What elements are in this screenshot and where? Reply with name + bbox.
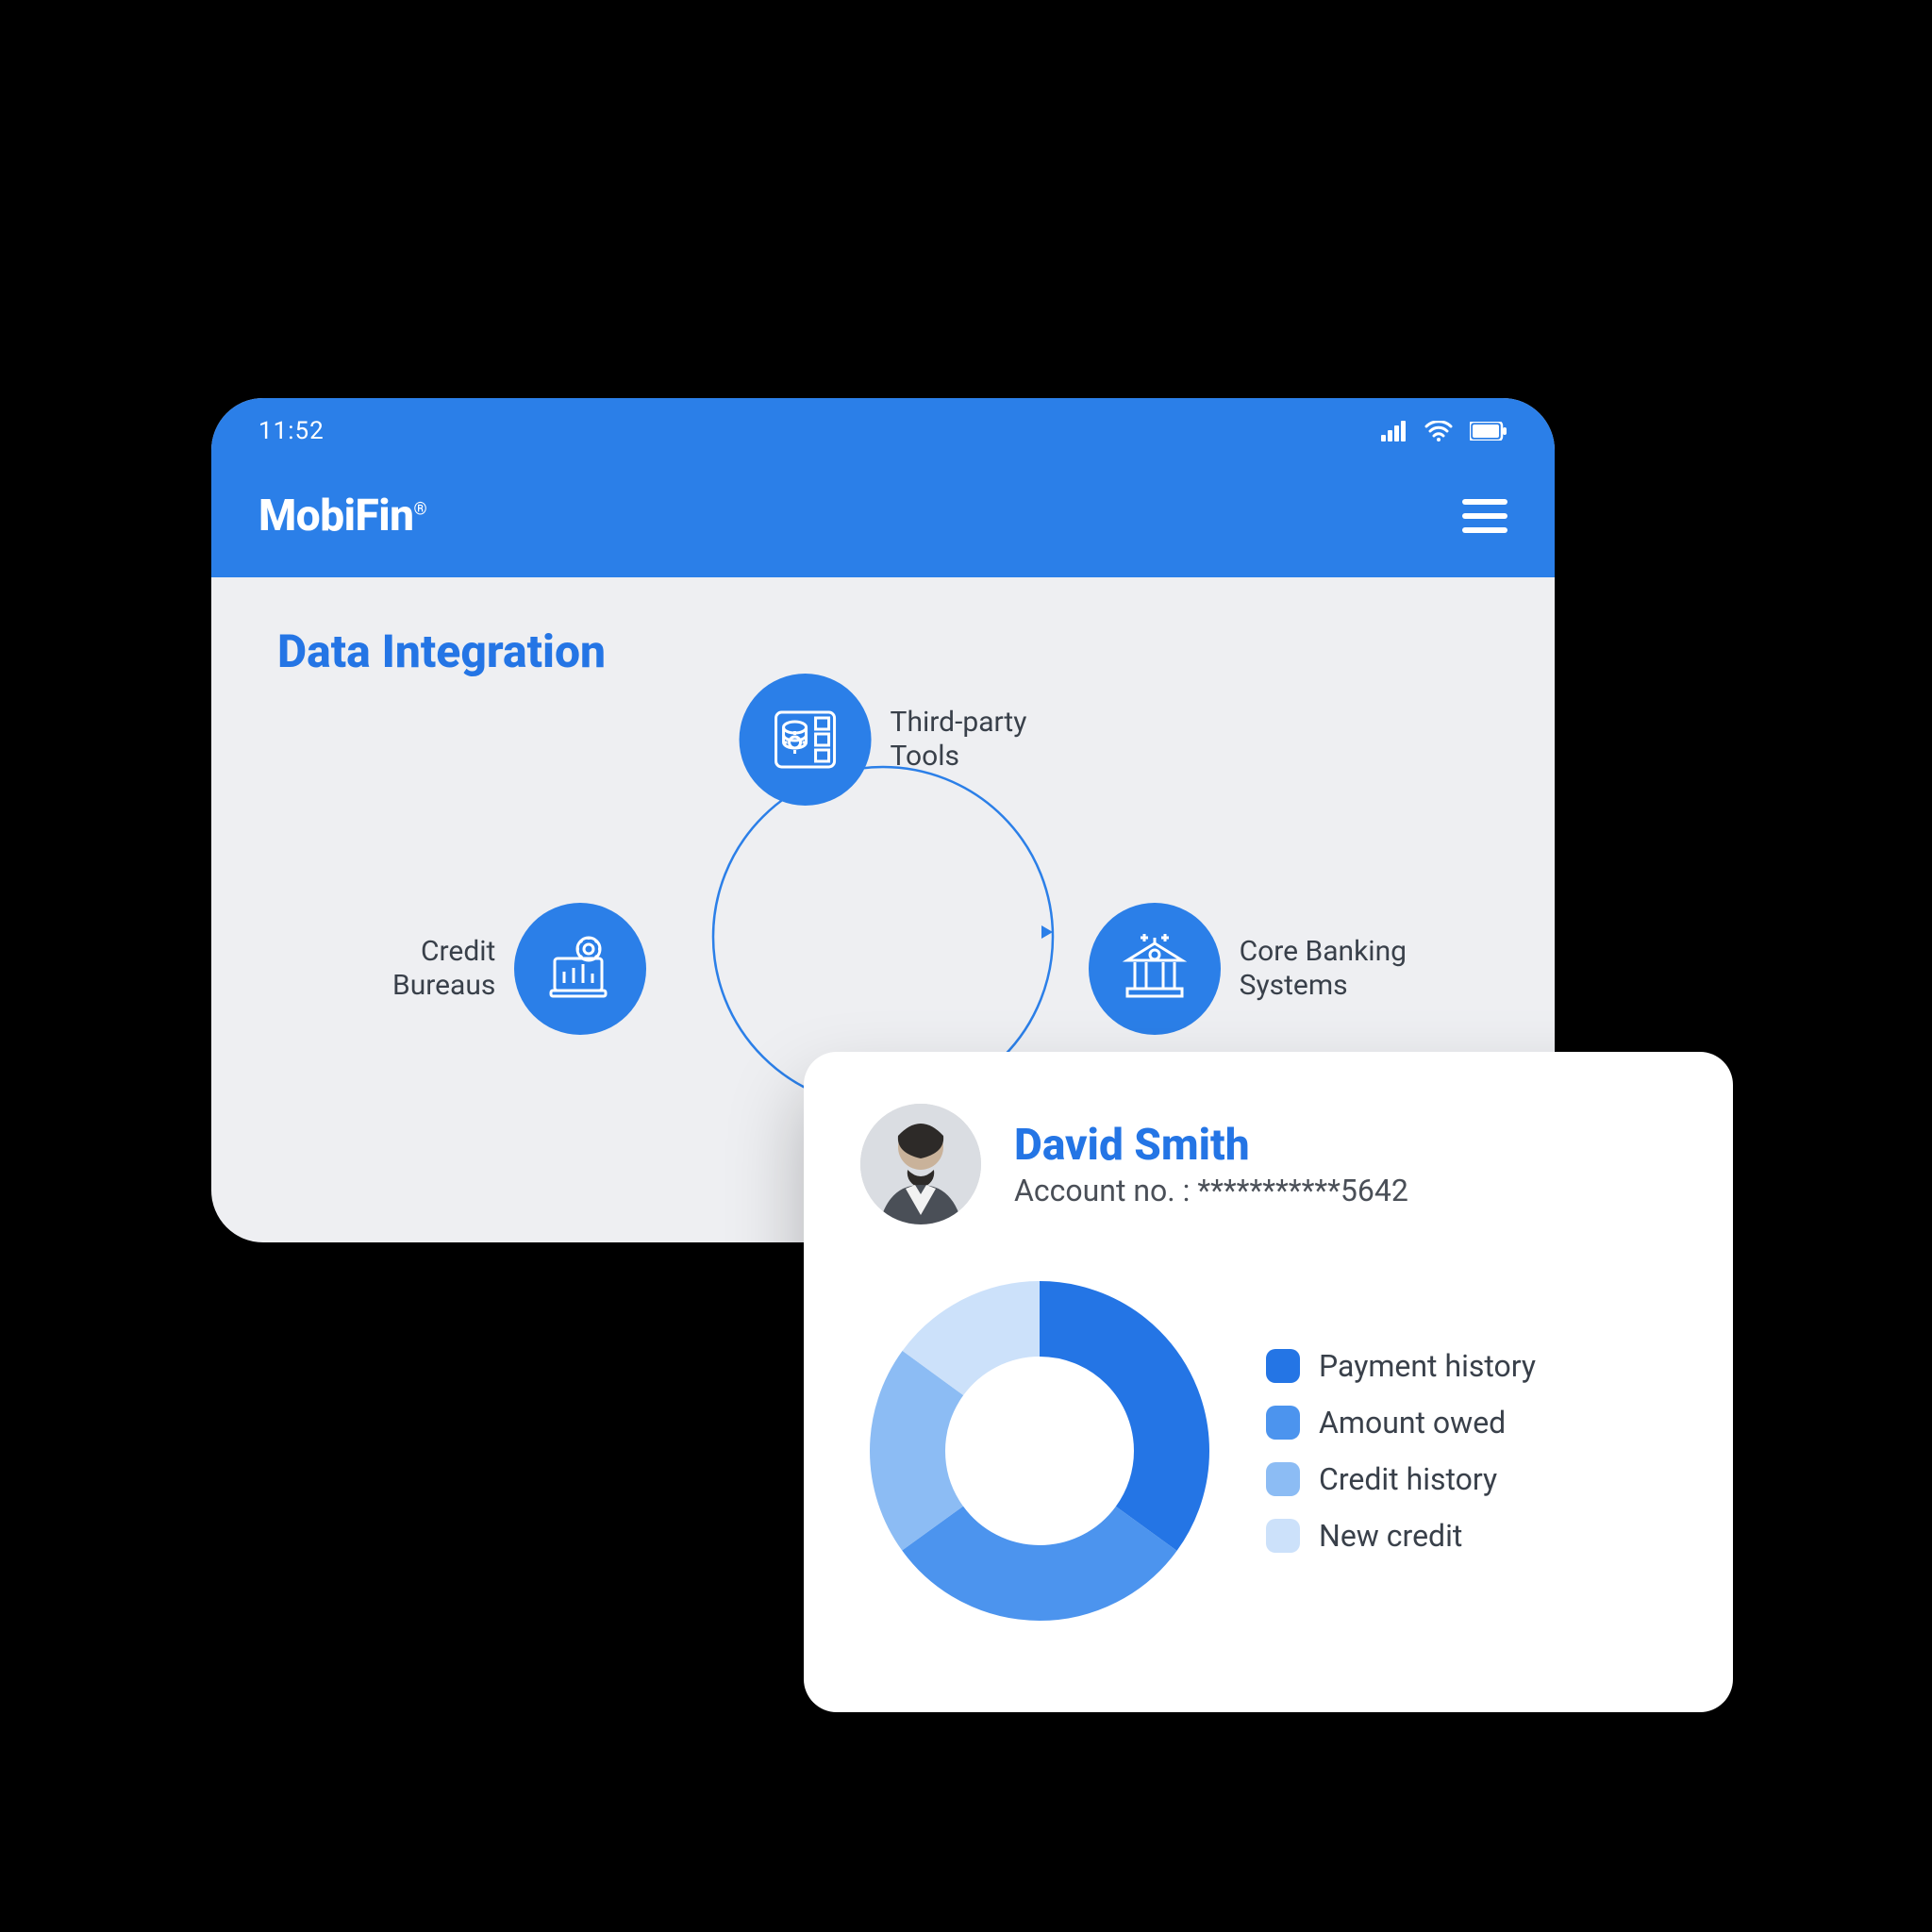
account-number: Account no. : ***********5642 xyxy=(1014,1173,1408,1208)
third-party-tools-icon xyxy=(740,674,872,806)
legend-label: Credit history xyxy=(1319,1461,1497,1497)
brand-text: MobiFin xyxy=(258,491,414,541)
brand-reg-mark: ® xyxy=(414,500,427,520)
user-info: David Smith Account no. : ***********564… xyxy=(1014,1120,1408,1208)
menu-button[interactable] xyxy=(1462,499,1507,533)
account-label: Account no. : xyxy=(1014,1173,1190,1208)
app-bar: MobiFin® xyxy=(211,464,1555,577)
core-banking-icon xyxy=(1089,903,1221,1035)
legend-item: New credit xyxy=(1266,1518,1536,1554)
user-header: David Smith Account no. : ***********564… xyxy=(860,1104,1676,1224)
cycle-node-label: Core Banking Systems xyxy=(1240,935,1407,1003)
account-masked: ***********5642 xyxy=(1197,1173,1408,1208)
brand-logo: MobiFin® xyxy=(258,491,426,541)
cycle-node-core-banking: Core Banking Systems xyxy=(1089,903,1407,1035)
legend-swatch xyxy=(1266,1462,1300,1496)
legend-item: Credit history xyxy=(1266,1461,1536,1497)
user-summary-card: David Smith Account no. : ***********564… xyxy=(804,1052,1733,1712)
status-icons xyxy=(1381,421,1507,441)
user-name: David Smith xyxy=(1014,1120,1408,1171)
legend-swatch xyxy=(1266,1519,1300,1553)
cell-signal-icon xyxy=(1381,421,1407,441)
status-time: 11:52 xyxy=(258,417,325,445)
legend-swatch xyxy=(1266,1406,1300,1440)
cycle-node-credit-bureaus: Credit Bureaus xyxy=(392,903,646,1035)
legend-label: Payment history xyxy=(1319,1348,1536,1384)
credit-chart-legend: Payment history Amount owed Credit history… xyxy=(1266,1348,1536,1554)
cycle-node-third-party: Third-party Tools xyxy=(740,674,1027,806)
credit-bureaus-icon xyxy=(514,903,646,1035)
avatar xyxy=(860,1104,981,1224)
legend-label: Amount owed xyxy=(1319,1405,1506,1441)
legend-item: Amount owed xyxy=(1266,1405,1536,1441)
cycle-node-label: Third-party Tools xyxy=(891,706,1027,774)
legend-swatch xyxy=(1266,1349,1300,1383)
page-title: Data Integration xyxy=(277,625,1489,678)
battery-icon xyxy=(1470,422,1507,441)
status-bar: 11:52 xyxy=(211,398,1555,464)
credit-donut-chart xyxy=(860,1272,1219,1630)
legend-item: Payment history xyxy=(1266,1348,1536,1384)
legend-label: New credit xyxy=(1319,1518,1462,1554)
credit-chart-row: Payment history Amount owed Credit history… xyxy=(860,1272,1676,1630)
wifi-icon xyxy=(1424,421,1453,441)
cycle-node-label: Credit Bureaus xyxy=(392,935,495,1003)
